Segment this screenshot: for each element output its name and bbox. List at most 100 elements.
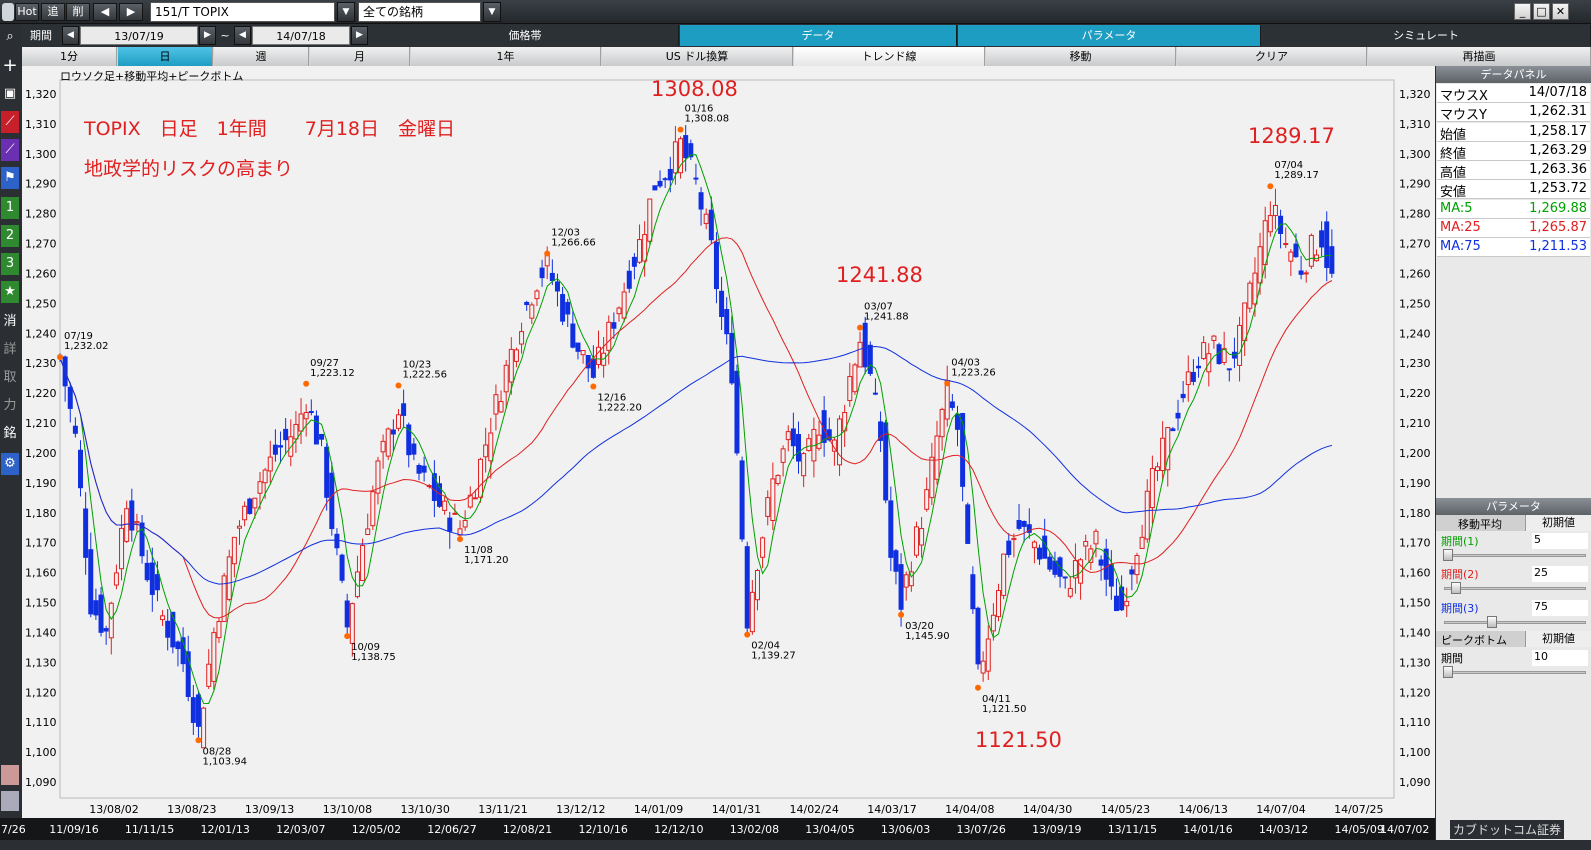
peak-value-label: 1,139.27 — [751, 651, 796, 662]
from-prev-icon[interactable]: ◀ — [62, 26, 79, 45]
crosshair-icon[interactable]: + — [1, 55, 19, 77]
camera-icon[interactable]: ▣ — [1, 83, 19, 105]
candle-body — [1108, 564, 1114, 587]
sidebar-trade[interactable]: 取 — [1, 367, 19, 389]
to-date-input[interactable]: 14/07/18 — [252, 26, 350, 45]
tab-1min[interactable]: 1分 — [22, 47, 117, 66]
y-tick-label-left: 1,280 — [25, 208, 57, 221]
from-date-input[interactable]: 13/07/19 — [80, 26, 198, 45]
hot-button[interactable]: Hot — [15, 3, 39, 21]
sidebar-clear[interactable]: 消 — [1, 311, 19, 333]
long-axis-label: 14/03/12 — [1259, 823, 1308, 836]
to-next-icon[interactable]: ▶ — [351, 26, 368, 45]
search-icon[interactable]: ⌕ — [1, 26, 19, 48]
chart-panel[interactable]: 1,090 1,090 1,100 1,100 1,110 1,110 1,120 1,120… — [22, 66, 1435, 818]
tab-1year[interactable]: 1年 — [411, 47, 601, 66]
period1-knob[interactable] — [1443, 549, 1453, 561]
back-arrow-icon[interactable]: ◀ — [93, 3, 117, 21]
chart-purple-icon[interactable]: ⟋ — [1, 139, 19, 161]
long-axis-label: 7/26 — [1, 823, 26, 836]
sidebar-detail[interactable]: 詳 — [1, 339, 19, 361]
tab-weekly[interactable]: 週 — [214, 47, 309, 66]
star-icon[interactable]: ★ — [1, 281, 19, 303]
tab-price-band[interactable]: 価格帯 — [372, 25, 679, 46]
period1-value[interactable]: 5 — [1532, 533, 1588, 549]
tab-simulate[interactable]: シミュレート — [1262, 25, 1591, 46]
x-tick-label: 14/07/25 — [1334, 803, 1383, 816]
data-row-ma75: MA:75 1,211.53 — [1437, 238, 1590, 257]
pb-period-value[interactable]: 10 — [1532, 650, 1588, 666]
candle-body — [313, 415, 319, 445]
x-tick-label: 14/06/13 — [1178, 803, 1227, 816]
pb-slider[interactable] — [1443, 666, 1586, 678]
chart-red-icon[interactable]: ⟋ — [1, 111, 19, 133]
small-chart-icon-1[interactable] — [1, 765, 19, 785]
tab-move[interactable]: 移動 — [986, 47, 1176, 66]
flag-icon[interactable]: ⚑ — [1, 167, 19, 189]
data-key: 始値 — [1440, 128, 1467, 143]
data-key: マウスX — [1440, 89, 1488, 104]
tab-monthly[interactable]: 月 — [310, 47, 410, 66]
data-value: 1,269.88 — [1529, 201, 1587, 216]
sidebar-force[interactable]: 力 — [1, 395, 19, 417]
period2-value[interactable]: 25 — [1532, 566, 1588, 582]
pb-knob[interactable] — [1443, 666, 1453, 678]
x-tick-label: 14/02/24 — [789, 803, 838, 816]
sidebar-stock[interactable]: 銘 — [1, 423, 19, 445]
y-tick-label-right: 1,290 — [1399, 178, 1431, 191]
tab-daily[interactable]: 日 — [118, 47, 213, 66]
tab-trendline[interactable]: トレンド線 — [794, 47, 985, 66]
candle-body — [642, 234, 648, 262]
period2-slider[interactable] — [1444, 582, 1586, 594]
forward-arrow-icon[interactable]: ▶ — [119, 3, 143, 21]
gear-icon[interactable]: ⚙ — [1, 453, 19, 475]
y-tick-label-right: 1,260 — [1399, 267, 1431, 280]
period1-slider[interactable] — [1443, 549, 1586, 561]
add-button[interactable]: 追 — [41, 3, 65, 21]
x-tick-label: 14/01/09 — [634, 803, 683, 816]
candle-body — [806, 438, 812, 452]
preset-1-icon[interactable]: 1 — [1, 197, 19, 219]
candle-body — [360, 545, 366, 582]
minimize-icon[interactable]: _ — [1514, 3, 1531, 20]
candle-body — [1031, 541, 1037, 549]
period3-value[interactable]: 75 — [1532, 600, 1588, 616]
candle-body — [124, 508, 130, 542]
universe-dropdown-icon[interactable]: ▼ — [483, 2, 501, 22]
preset-2-icon[interactable]: 2 — [1, 225, 19, 247]
close-icon[interactable]: ✕ — [1552, 3, 1569, 20]
period3-knob[interactable] — [1487, 616, 1497, 628]
long-range-axis-svg: 7/26 11/09/16 11/11/15 12/01/13 12/03/07 12/0… — [1, 823, 1429, 836]
peak-marker — [857, 324, 864, 331]
ma-init-button[interactable]: 初期値 — [1525, 515, 1591, 531]
to-prev-icon[interactable]: ◀ — [234, 26, 251, 45]
period-label: 期間 — [30, 29, 52, 42]
tab-redraw[interactable]: 再描画 — [1368, 47, 1591, 66]
peak-value-label: 1,121.50 — [982, 704, 1027, 715]
small-chart-icon-2[interactable] — [1, 791, 19, 811]
tab-usd[interactable]: US ドル換算 — [602, 47, 793, 66]
tab-clear[interactable]: クリア — [1177, 47, 1367, 66]
app-logo-icon — [2, 3, 14, 21]
tab-data[interactable]: データ — [680, 25, 957, 46]
period2-knob[interactable] — [1451, 582, 1461, 594]
y-tick-label-right: 1,090 — [1399, 776, 1431, 789]
candle-body — [790, 428, 796, 447]
preset-3-icon[interactable]: 3 — [1, 253, 19, 275]
delete-button[interactable]: 削 — [66, 3, 90, 21]
candle-body — [744, 546, 750, 629]
tab-parameter[interactable]: パラメータ — [958, 25, 1261, 46]
long-axis-label: 13/04/05 — [805, 823, 854, 836]
from-next-icon[interactable]: ▶ — [199, 26, 216, 45]
y-tick-label-left: 1,200 — [25, 447, 57, 460]
candle-body — [708, 209, 714, 241]
symbol-input[interactable]: 151/T TOPIX — [150, 2, 335, 22]
symbol-dropdown-icon[interactable]: ▼ — [337, 2, 355, 22]
maximize-icon[interactable]: □ — [1533, 3, 1550, 20]
pb-init-button[interactable]: 初期値 — [1525, 631, 1591, 647]
long-axis-label: 12/06/27 — [427, 823, 476, 836]
period3-slider[interactable] — [1444, 616, 1586, 628]
candle-body — [667, 168, 673, 181]
universe-select[interactable]: 全ての銘柄 — [358, 2, 481, 22]
candle-body — [1093, 530, 1099, 545]
